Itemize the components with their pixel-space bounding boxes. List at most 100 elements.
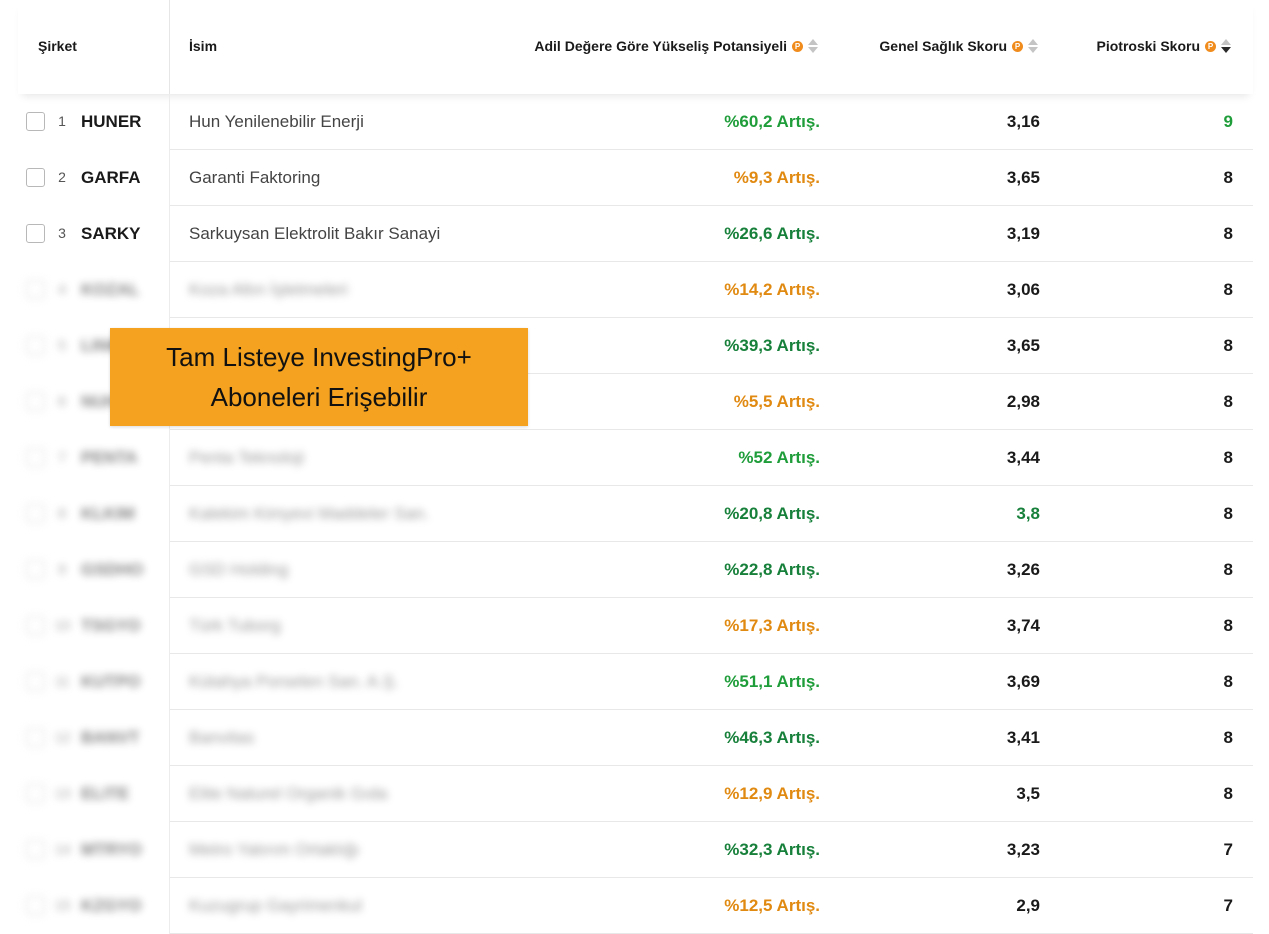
sort-descending-icon[interactable]: [1221, 39, 1231, 53]
column-divider: [169, 766, 170, 822]
row-company-name[interactable]: Garanti Faktoring: [189, 168, 320, 188]
table-header: Şirket İsim Adil Değere Göre Yükseliş Po…: [18, 0, 1253, 94]
row-checkbox[interactable]: [26, 616, 45, 635]
row-checkbox[interactable]: [26, 448, 45, 467]
row-number: 10: [55, 617, 71, 633]
row-checkbox[interactable]: [26, 336, 45, 355]
row-number: 3: [58, 225, 66, 241]
row-checkbox[interactable]: [26, 224, 45, 243]
row-checkbox[interactable]: [26, 784, 45, 803]
row-company-name[interactable]: GSD Holding: [189, 560, 288, 580]
sort-icon[interactable]: [1028, 39, 1038, 53]
row-company-name[interactable]: Kütahya Porselen San. A.Ş.: [189, 672, 399, 692]
table-row[interactable]: 2 GARFA Garanti Faktoring %9,3 Artış. 3,65 8: [18, 150, 1253, 206]
row-ticker[interactable]: TSGYO: [81, 616, 141, 636]
row-checkbox[interactable]: [26, 112, 45, 131]
table-row[interactable]: 3 SARKY Sarkuysan Elektrolit Bakır Sanayi%…: [18, 206, 1253, 262]
row-ticker[interactable]: KOZAL: [81, 280, 140, 300]
row-ticker[interactable]: ELITE: [81, 784, 129, 804]
table-row[interactable]: 1 HUNER Hun Yenilenebilir Enerji %60,2 Artı…: [18, 94, 1253, 150]
sort-icon[interactable]: [808, 39, 818, 53]
row-ticker[interactable]: PENTA: [81, 448, 137, 468]
table-row[interactable]: 9 GSDHO GSD Holding %22,8 Artış. 3,26 8: [18, 542, 1253, 598]
pro-subscription-banner[interactable]: Tam Listeye InvestingPro+ Aboneleri Eriş…: [110, 328, 528, 426]
table-row[interactable]: 11 KUTPO Kütahya Porselen San. A.Ş. %51,1 A…: [18, 654, 1253, 710]
row-number: 2: [58, 169, 66, 185]
row-company-name[interactable]: Elite Naturel Organik Gıda: [189, 784, 387, 804]
row-checkbox[interactable]: [26, 392, 45, 411]
column-header-sirket[interactable]: Şirket: [38, 38, 77, 54]
row-health-score: 2,98: [1006, 392, 1040, 411]
row-fair-value-upside: %12,5 Artış.: [724, 896, 820, 915]
column-header-health-score[interactable]: Genel Sağlık Skoru P: [879, 38, 1038, 54]
row-number: 6: [58, 393, 66, 409]
row-ticker[interactable]: HUNER: [81, 112, 141, 132]
column-header-fair-value-upside[interactable]: Adil Değere Göre Yükseliş Potansiyeli P: [534, 38, 818, 54]
row-company-name[interactable]: Banvitas: [189, 728, 254, 748]
row-ticker[interactable]: BANVT: [81, 728, 140, 748]
row-company-name[interactable]: Penta Teknoloji: [189, 448, 304, 468]
row-checkbox[interactable]: [26, 168, 45, 187]
row-company-name[interactable]: Kuzugrup Gayrimenkul: [189, 896, 362, 916]
column-header-isim[interactable]: İsim: [189, 38, 217, 54]
row-fair-value-upside: %60,2 Artış.: [724, 112, 820, 131]
table-row[interactable]: 14 MTRYO Metro Yatırım Ortaklığı %32,3 Artı…: [18, 822, 1253, 878]
row-number: 7: [58, 449, 66, 465]
row-health-score: 3,65: [1006, 336, 1040, 355]
table-row[interactable]: 12 BANVT Banvitas %46,3 Artış. 3,41 8: [18, 710, 1253, 766]
row-checkbox[interactable]: [26, 560, 45, 579]
table-row[interactable]: 15 KZGYO Kuzugrup Gayrimenkul %12,5 Artış. 2…: [18, 878, 1253, 934]
column-header-piotroski-label: Piotroski Skoru: [1096, 38, 1200, 54]
row-fair-value-upside: %20,8 Artış.: [724, 504, 820, 523]
column-divider: [169, 878, 170, 934]
row-company-name[interactable]: Kalekim Kimyevi Maddeler San.: [189, 504, 429, 524]
row-health-score: 3,44: [1006, 448, 1040, 467]
row-health-score: 3,69: [1006, 672, 1040, 691]
row-fair-value-upside: %17,3 Artış.: [724, 616, 820, 635]
column-divider: [169, 262, 170, 318]
row-company-name[interactable]: Sarkuysan Elektrolit Bakır Sanayi: [189, 224, 440, 244]
row-number: 11: [55, 673, 70, 689]
column-divider: [169, 430, 170, 486]
row-number: 5: [58, 337, 66, 353]
table-body: 1 HUNER Hun Yenilenebilir Enerji %60,2 Artı…: [18, 94, 1253, 934]
row-checkbox[interactable]: [26, 672, 45, 691]
row-health-score: 3,74: [1006, 616, 1040, 635]
table-row[interactable]: 4 KOZAL Koza Altın İşletmeleri %14,2 Artış.…: [18, 262, 1253, 318]
row-checkbox[interactable]: [26, 728, 45, 747]
row-number: 13: [55, 785, 71, 801]
row-ticker[interactable]: KZGYO: [81, 896, 141, 916]
column-divider: [169, 710, 170, 766]
row-ticker[interactable]: MTRYO: [81, 840, 142, 860]
row-company-name[interactable]: Hun Yenilenebilir Enerji: [189, 112, 364, 132]
row-checkbox[interactable]: [26, 896, 45, 915]
row-ticker[interactable]: KUTPO: [81, 672, 141, 692]
row-company-name[interactable]: Metro Yatırım Ortaklığı: [189, 840, 359, 860]
column-header-piotroski[interactable]: Piotroski Skoru P: [1097, 38, 1231, 54]
row-ticker[interactable]: KLKIM: [81, 504, 135, 524]
table-row[interactable]: 7 PENTA Penta Teknoloji %52 Artış. 3,44 8: [18, 430, 1253, 486]
row-company-name[interactable]: Koza Altın İşletmeleri: [189, 280, 348, 300]
row-piotroski-score: 8: [1223, 448, 1233, 467]
row-company-name[interactable]: Türk Tuborg: [189, 616, 281, 636]
table-row[interactable]: 13 ELITE Elite Naturel Organik Gıda %12,9 A…: [18, 766, 1253, 822]
table-row[interactable]: 8 KLKIM Kalekim Kimyevi Maddeler San. %20,8…: [18, 486, 1253, 542]
row-checkbox[interactable]: [26, 840, 45, 859]
row-ticker[interactable]: GSDHO: [81, 560, 143, 580]
pro-badge-icon: P: [1012, 40, 1023, 52]
row-health-score: 2,9: [1016, 896, 1040, 915]
row-number: 15: [55, 897, 71, 913]
header-divider: [169, 0, 170, 94]
row-ticker[interactable]: SARKY: [81, 224, 141, 244]
table-row[interactable]: 10 TSGYO Türk Tuborg %17,3 Artış. 3,74 8: [18, 598, 1253, 654]
row-fair-value-upside: %26,6 Artış.: [724, 224, 820, 243]
row-checkbox[interactable]: [26, 504, 45, 523]
row-number: 14: [55, 841, 71, 857]
row-piotroski-score: 8: [1223, 672, 1233, 691]
row-piotroski-score: 8: [1223, 224, 1233, 243]
column-divider: [169, 542, 170, 598]
row-ticker[interactable]: GARFA: [81, 168, 141, 188]
row-piotroski-score: 8: [1223, 280, 1233, 299]
pro-badge-icon: P: [1205, 40, 1216, 52]
row-checkbox[interactable]: [26, 280, 45, 299]
